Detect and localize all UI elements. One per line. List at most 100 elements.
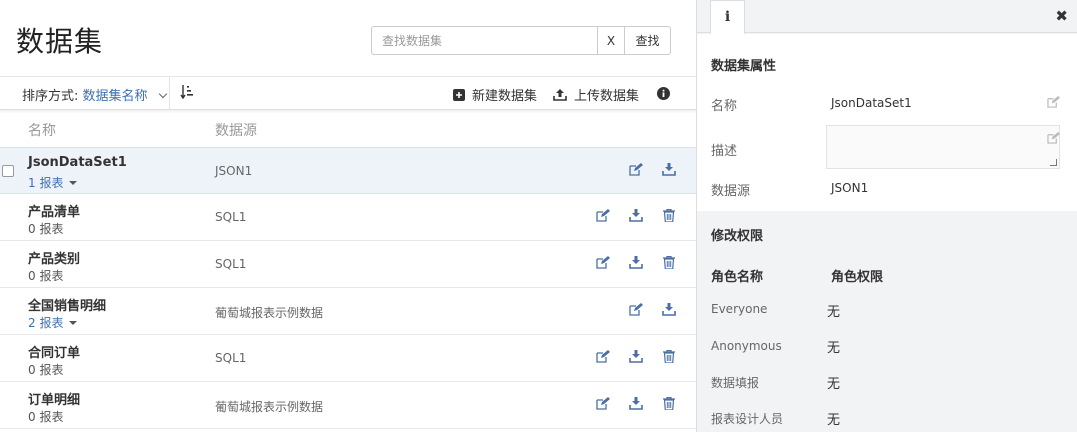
edit-icon[interactable] [1047, 96, 1060, 112]
sort-value: 数据集名称 [82, 89, 148, 104]
sort-dropdown[interactable]: 排序方式: 数据集名称 [22, 85, 167, 104]
table-header: 名称 数据源 [0, 110, 696, 148]
clear-search-button[interactable]: X [597, 26, 625, 55]
role-name: 报表设计人员 [711, 412, 784, 426]
toolbar-divider [169, 77, 170, 110]
sort-order-icon[interactable] [180, 84, 194, 104]
report-count: 0 报表 [28, 269, 64, 283]
table-row[interactable]: 订单明细 0 报表 葡萄城报表示例数据 [0, 382, 696, 429]
info-circle-icon[interactable] [657, 87, 670, 104]
name-label: 名称 [711, 99, 738, 114]
properties-panel: i ✖ 数据集属性 名称 JsonDataSet1 描述 数据源 JSON1 修… [696, 0, 1077, 432]
download-icon[interactable] [627, 209, 645, 222]
column-header-name[interactable]: 名称 [28, 120, 56, 140]
row-actions [594, 256, 678, 269]
dataset-source: SQL1 [215, 257, 247, 271]
report-count: 0 报表 [28, 363, 64, 377]
dataset-source: SQL1 [215, 351, 247, 365]
dataset-name[interactable]: 订单明细 [28, 389, 80, 408]
chevron-down-icon [158, 89, 167, 99]
properties-title: 数据集属性 [711, 59, 777, 74]
toolbar: 排序方式: 数据集名称 新建数据集 上传数据集 [0, 76, 696, 110]
dataset-name[interactable]: 产品清单 [28, 201, 80, 220]
close-icon[interactable]: ✖ [1055, 7, 1068, 25]
row-actions [594, 350, 678, 363]
edit-icon[interactable] [594, 350, 612, 363]
dataset-source: SQL1 [215, 210, 247, 224]
row-actions [627, 303, 678, 316]
dataset-name[interactable]: 全国销售明细 [28, 295, 106, 314]
trash-icon[interactable] [660, 350, 678, 363]
download-icon[interactable] [627, 256, 645, 269]
permissions-title: 修改权限 [711, 229, 764, 244]
table-row[interactable]: 全国销售明细 2 报表 葡萄城报表示例数据 [0, 288, 696, 335]
new-dataset-label: 新建数据集 [472, 89, 538, 104]
table-row[interactable]: 产品类别 0 报表 SQL1 [0, 241, 696, 288]
trash-icon[interactable] [660, 256, 678, 269]
role-permission[interactable]: 无 [827, 337, 840, 356]
row-actions [594, 397, 678, 410]
dataset-name[interactable]: 产品类别 [28, 248, 80, 267]
source-label: 数据源 [711, 184, 751, 199]
dataset-name[interactable]: 合同订单 [28, 342, 80, 361]
search-bar: X 查找 [371, 26, 671, 55]
role-name-header: 角色名称 [711, 270, 764, 285]
role-name: Anonymous [711, 339, 782, 353]
download-icon[interactable] [627, 397, 645, 410]
row-actions [627, 163, 678, 176]
upload-dataset-button[interactable]: 上传数据集 [553, 85, 639, 104]
upload-icon [553, 88, 567, 101]
page-title: 数据集 [16, 25, 104, 58]
row-actions [594, 209, 678, 222]
panel-tabbar: i ✖ [697, 0, 1077, 34]
edit-icon[interactable] [627, 163, 645, 176]
source-value: JSON1 [831, 181, 869, 195]
dataset-table: JsonDataSet1 1 报表 JSON1 产品清单 0 报表 SQL1 产… [0, 147, 696, 429]
dataset-source: 葡萄城报表示例数据 [215, 400, 324, 414]
caret-down-icon [69, 181, 78, 185]
description-label: 描述 [711, 144, 738, 159]
table-row[interactable]: 合同订单 0 报表 SQL1 [0, 335, 696, 382]
dataset-properties: 数据集属性 名称 JsonDataSet1 描述 数据源 JSON1 [697, 34, 1077, 211]
edit-icon[interactable] [1047, 132, 1060, 148]
table-row[interactable]: JsonDataSet1 1 报表 JSON1 [0, 147, 696, 194]
edit-icon[interactable] [594, 209, 612, 222]
dataset-list-pane: 数据集 X 查找 排序方式: 数据集名称 新建数据集 上传数据集 [0, 0, 696, 432]
dataset-source: 葡萄城报表示例数据 [215, 306, 324, 320]
sort-label: 排序方式: [22, 89, 79, 104]
new-dataset-button[interactable]: 新建数据集 [453, 85, 537, 104]
report-count: 2 报表 [28, 316, 64, 330]
table-row[interactable]: 产品清单 0 报表 SQL1 [0, 194, 696, 241]
resize-handle-icon[interactable] [1050, 159, 1057, 166]
role-permission[interactable]: 无 [827, 373, 840, 392]
download-icon[interactable] [660, 303, 678, 316]
row-checkbox[interactable] [2, 165, 14, 177]
info-tab[interactable]: i [710, 0, 745, 34]
report-count-dropdown[interactable]: 1 报表 [28, 174, 78, 191]
dataset-source: JSON1 [215, 164, 253, 178]
report-count: 0 报表 [28, 410, 64, 424]
description-field[interactable] [826, 125, 1060, 169]
trash-icon[interactable] [660, 209, 678, 222]
edit-icon[interactable] [627, 303, 645, 316]
name-value[interactable]: JsonDataSet1 [831, 96, 912, 110]
role-permission[interactable]: 无 [827, 301, 840, 320]
column-header-source[interactable]: 数据源 [215, 120, 257, 140]
search-button[interactable]: 查找 [625, 26, 671, 55]
role-permission-header: 角色权限 [831, 270, 884, 285]
caret-down-icon [69, 321, 78, 325]
download-icon[interactable] [660, 163, 678, 176]
report-count: 1 报表 [28, 176, 64, 190]
role-permission[interactable]: 无 [827, 409, 840, 428]
trash-icon[interactable] [660, 397, 678, 410]
search-input[interactable] [371, 26, 597, 55]
report-count: 0 报表 [28, 222, 64, 236]
role-name: 数据填报 [711, 376, 760, 390]
upload-dataset-label: 上传数据集 [574, 89, 640, 104]
edit-icon[interactable] [594, 397, 612, 410]
download-icon[interactable] [627, 350, 645, 363]
dataset-name[interactable]: JsonDataSet1 [28, 155, 127, 170]
role-name: Everyone [711, 302, 768, 316]
report-count-dropdown[interactable]: 2 报表 [28, 314, 78, 331]
edit-icon[interactable] [594, 256, 612, 269]
